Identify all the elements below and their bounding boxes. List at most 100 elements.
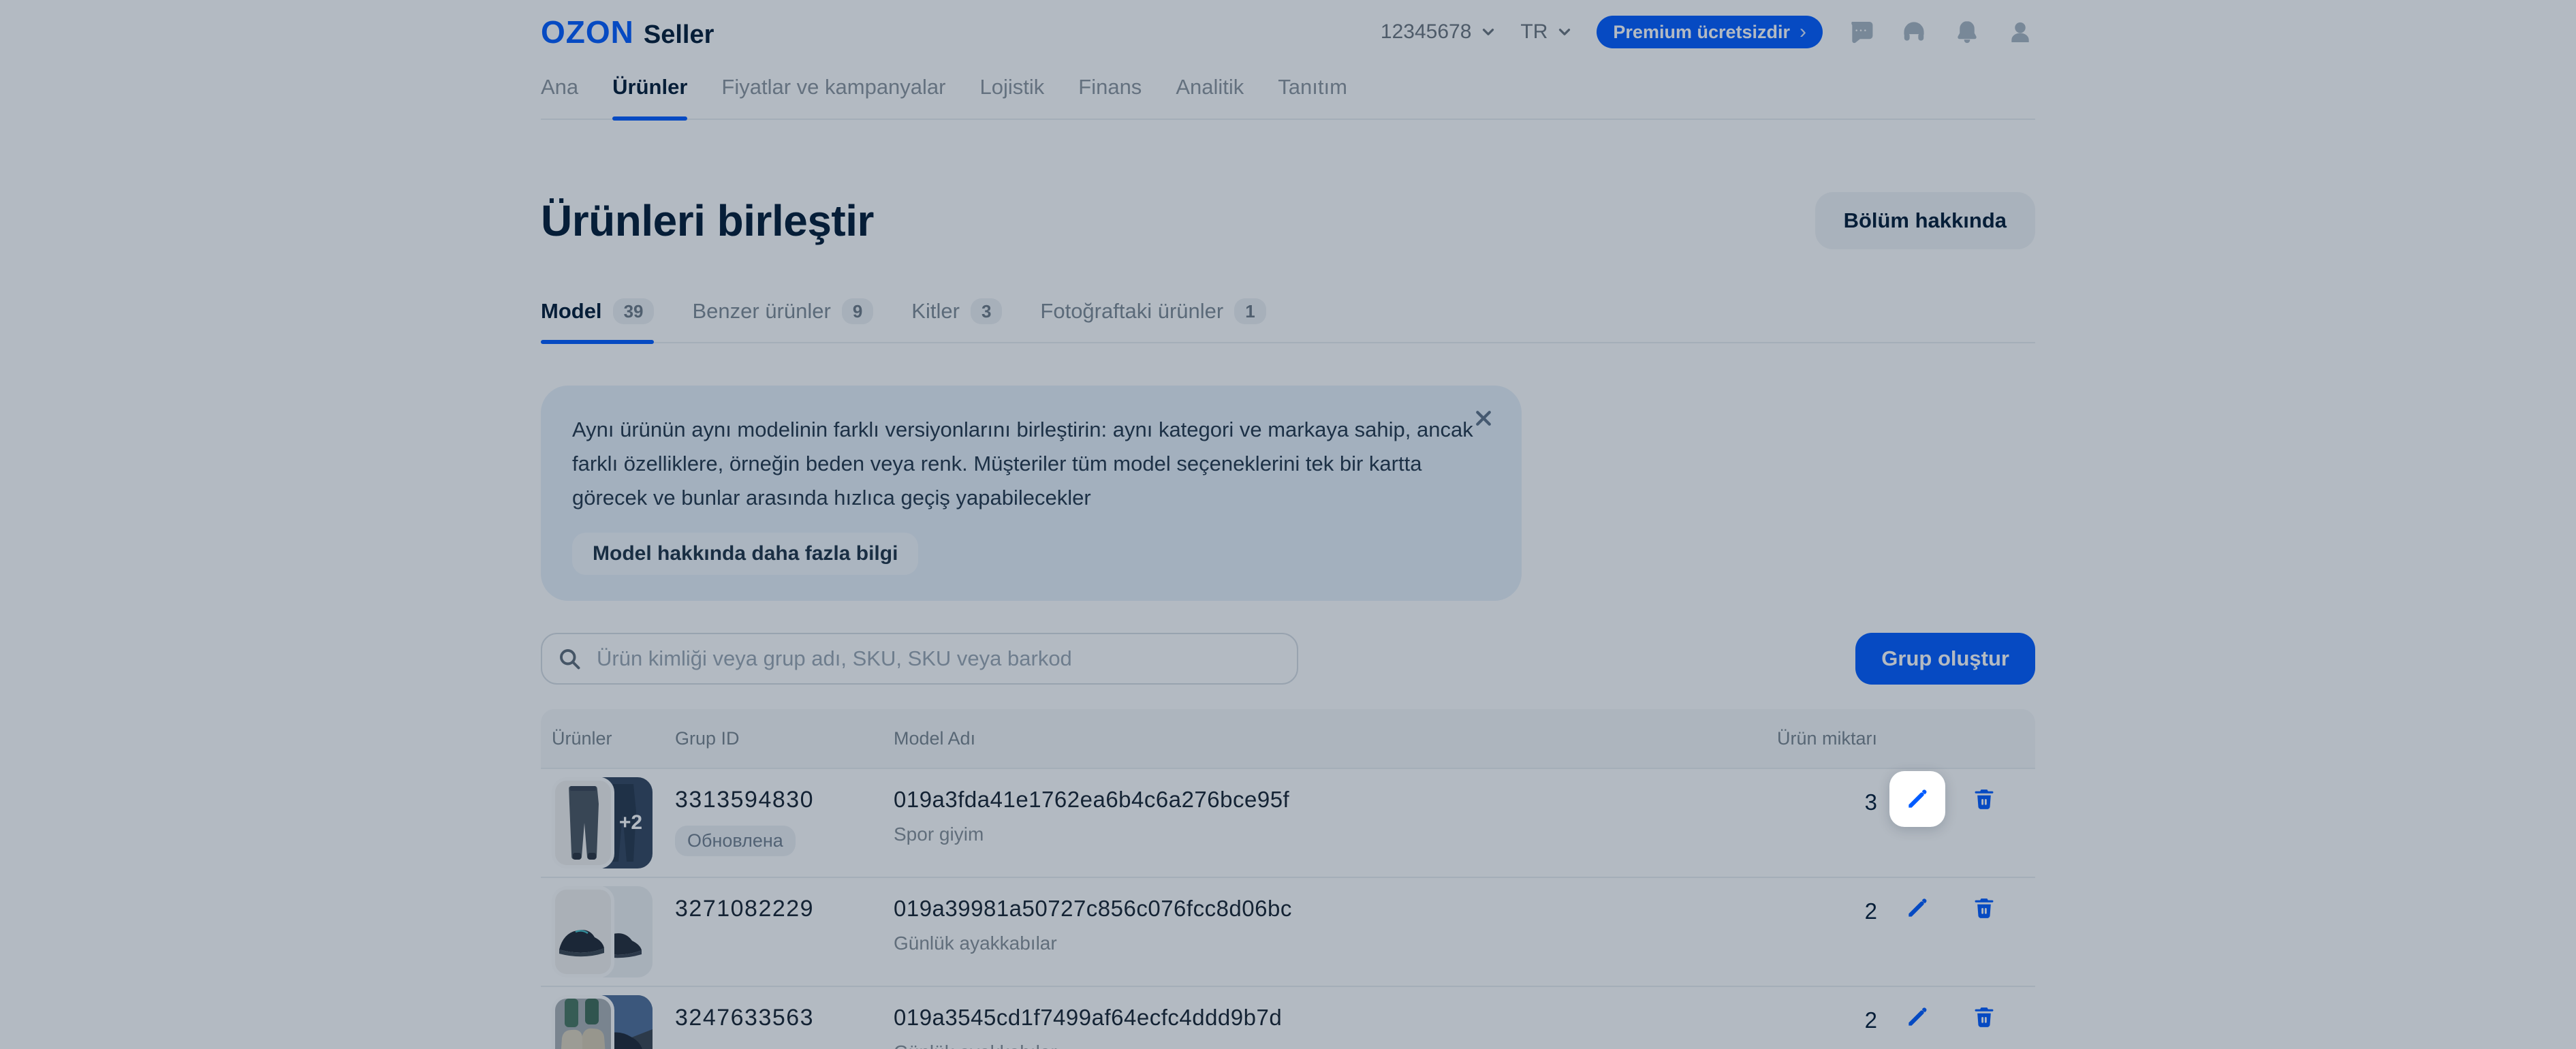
row-actions — [1877, 987, 2035, 1049]
banner-close-button[interactable] — [1470, 405, 1497, 432]
nav-item-ana[interactable]: Ana — [541, 75, 578, 99]
tab-label: Fotoğraftaki ürünler — [1040, 299, 1224, 323]
nav-item-fiyatlar[interactable]: Fiyatlar ve kampanyalar — [721, 75, 945, 99]
row-actions — [1877, 769, 2035, 877]
search-icon — [560, 649, 580, 670]
search-row: Grup oluştur — [541, 633, 2035, 685]
page-title: Ürünleri birleştir — [541, 196, 874, 245]
delete-group-button[interactable] — [1956, 771, 2012, 827]
tab-count-badge: 9 — [841, 298, 874, 324]
delete-group-button[interactable] — [1956, 880, 2012, 936]
model-category: Spor giyim — [894, 824, 984, 845]
main-nav: Ana Ürünler Fiyatlar ve kampanyalar Loji… — [541, 75, 2035, 121]
nav-item-urunler[interactable]: Ürünler — [612, 75, 688, 121]
trash-icon — [1975, 1007, 1994, 1027]
ozon-seller-logo[interactable]: OZON Seller — [541, 14, 714, 50]
table-row: 3271082229 019a39981a50727c856c076fcc8d0… — [541, 877, 2035, 986]
groups-table: Ürünler Grup ID Model Adı Ürün miktarı +… — [541, 709, 2035, 1049]
col-group-id: Grup ID — [675, 727, 740, 749]
top-bar: OZON Seller 12345678 TR Premium ücretsiz… — [541, 14, 2035, 50]
account-id: 12345678 — [1380, 20, 1472, 43]
person-icon — [2011, 22, 2029, 43]
product-thumbnails[interactable]: +2 — [541, 769, 675, 877]
pencil-icon — [1909, 789, 1927, 808]
tab-count-badge: 39 — [612, 298, 655, 324]
tab-benzer-urunler[interactable]: Benzer ürünler 9 — [692, 298, 874, 324]
product-thumbnails[interactable] — [541, 878, 675, 986]
account-selector[interactable]: 12345678 — [1381, 20, 1497, 44]
nav-item-lojistik[interactable]: Lojistik — [980, 75, 1045, 99]
group-id-cell: 3313594830 Обновлена — [675, 769, 894, 877]
model-cell: 019a3545cd1f7499af64ecfc4ddd9b7d Günlük … — [894, 987, 1768, 1049]
edit-group-button[interactable] — [1889, 989, 1945, 1045]
chat-icon — [1851, 21, 1873, 44]
edit-group-button[interactable] — [1889, 880, 1945, 936]
support-button[interactable] — [1899, 17, 1929, 47]
chevron-down-icon — [1559, 29, 1571, 35]
model-cell: 019a39981a50727c856c076fcc8d06bc Günlük … — [894, 878, 1768, 986]
product-thumb — [552, 777, 614, 868]
tab-label: Benzer ürünler — [692, 299, 831, 323]
tab-model[interactable]: Model 39 — [541, 298, 655, 344]
group-id: 3313594830 — [675, 787, 815, 813]
col-products: Ürünler — [552, 727, 612, 749]
model-category: Günlük ayakkabılar — [894, 1042, 1768, 1049]
top-bar-right: 12345678 TR Premium ücretsizdir › — [1381, 16, 2035, 48]
product-thumb — [552, 886, 614, 977]
nav-item-finans[interactable]: Finans — [1078, 75, 1142, 99]
product-count: 3 — [1864, 789, 1877, 815]
product-count: 2 — [1864, 898, 1877, 924]
profile-button[interactable] — [2005, 17, 2035, 47]
about-section-button[interactable]: Bölüm hakkında — [1815, 192, 2035, 249]
pants-image — [569, 786, 599, 860]
chat-button[interactable] — [1846, 17, 1876, 47]
active-nav-underline — [612, 116, 688, 121]
edit-group-button[interactable] — [1889, 771, 1945, 827]
model-name: 019a3fda41e1762ea6b4c6a276bce95f — [894, 787, 1290, 812]
nav-item-label: Ürünler — [612, 75, 688, 99]
tab-fotograftaki-urunler[interactable]: Fotoğraftaki ürünler 1 — [1040, 298, 1266, 324]
notifications-button[interactable] — [1952, 17, 1982, 47]
brand-seller: Seller — [643, 20, 714, 49]
content-tabs: Model 39 Benzer ürünler 9 Kitler 3 Fotoğ… — [541, 298, 2035, 344]
product-count: 2 — [1864, 1007, 1877, 1033]
nav-item-analitik[interactable]: Analitik — [1176, 75, 1244, 99]
product-thumbnails[interactable] — [541, 987, 675, 1049]
headset-icon — [1904, 22, 1924, 41]
group-id: 3271082229 — [675, 896, 815, 922]
create-group-button[interactable]: Grup oluştur — [1855, 633, 2035, 685]
table-row: 3247633563 019a3545cd1f7499af64ecfc4ddd9… — [541, 986, 2035, 1049]
group-id: 3247633563 — [675, 1005, 815, 1031]
banner-text: Aynı ürünün aynı modelinin farklı versiy… — [572, 418, 1473, 510]
status-badge: Обновлена — [675, 826, 796, 856]
col-model-name: Model Adı — [894, 727, 976, 749]
search-box — [541, 633, 1298, 685]
trash-icon — [1975, 898, 1994, 918]
group-id-cell: 3271082229 — [675, 878, 894, 986]
premium-button[interactable]: Premium ücretsizdir › — [1597, 16, 1823, 48]
info-banner: Aynı ürünün aynı modelinin farklı versiy… — [541, 386, 1522, 601]
nav-item-tanitim[interactable]: Tanıtım — [1278, 75, 1347, 99]
pencil-icon — [1909, 898, 1927, 917]
brand-ozon: OZON — [541, 14, 634, 50]
product-thumb — [552, 995, 614, 1049]
model-name: 019a3545cd1f7499af64ecfc4ddd9b7d — [894, 1005, 1283, 1030]
search-input[interactable] — [541, 633, 1298, 685]
delete-group-button[interactable] — [1956, 989, 2012, 1045]
model-category: Günlük ayakkabılar — [894, 933, 1057, 954]
close-icon — [1476, 411, 1491, 426]
bell-icon — [1958, 21, 1977, 44]
model-info-button[interactable]: Model hakkında daha fazla bilgi — [572, 533, 919, 575]
tab-label: Model — [541, 299, 602, 323]
model-name: 019a39981a50727c856c076fcc8d06bc — [894, 896, 1292, 921]
tab-label: Kitler — [911, 299, 960, 323]
locale-selector[interactable]: TR — [1520, 20, 1573, 44]
col-count: Ürün miktarı — [1776, 727, 1877, 749]
page-container: OZON Seller 12345678 TR Premium ücretsiz… — [541, 14, 2035, 1049]
shoe-image — [559, 930, 604, 957]
tab-kitler[interactable]: Kitler 3 — [911, 298, 1003, 324]
boots-photo-image — [555, 999, 611, 1049]
chevron-down-icon — [1483, 29, 1494, 35]
row-actions — [1877, 878, 2035, 986]
premium-label: Premium ücretsizdir — [1613, 21, 1790, 42]
